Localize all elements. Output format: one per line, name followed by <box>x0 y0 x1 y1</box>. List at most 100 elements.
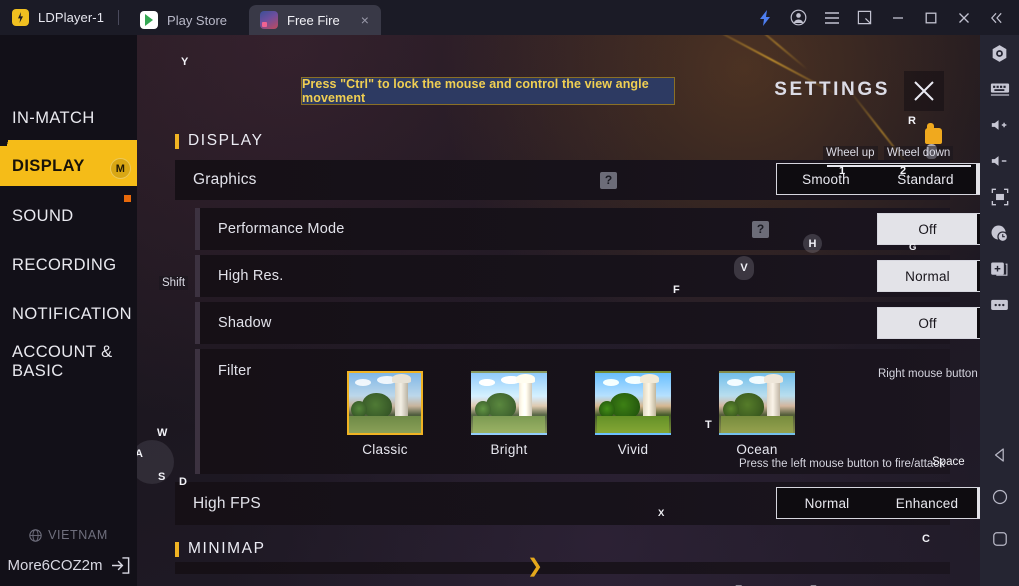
performance-help-icon[interactable]: ? <box>752 220 769 238</box>
row-high-res-label: High Res. <box>218 268 284 284</box>
row-shadow: Shadow Off On <box>195 302 980 344</box>
sidebar-item-account-basic-label: ACCOUNT & BASIC <box>12 343 113 380</box>
boost-icon[interactable] <box>749 0 782 35</box>
user-account-row[interactable]: More6COZ2m <box>0 557 137 574</box>
recents-icon[interactable] <box>980 518 1019 560</box>
filter-label-bright: Bright <box>490 442 528 457</box>
high-fps-segmented-control: Normal Enhanced High <box>776 487 980 519</box>
filter-option-ocean[interactable]: Ocean <box>719 371 795 457</box>
keymap-wheel-down[interactable]: Wheel down <box>884 146 954 160</box>
free-fire-icon <box>260 11 279 29</box>
tab-play-store[interactable]: Play Store <box>129 5 239 35</box>
row-high-fps-label: High FPS <box>193 494 261 512</box>
filter-thumb-bright <box>471 371 547 435</box>
sidebar-item-in-match[interactable]: IN-MATCH <box>0 98 137 138</box>
keymap-line-2 <box>899 165 971 167</box>
section-display: DISPLAY <box>175 132 264 150</box>
close-tab-icon[interactable]: × <box>361 13 369 27</box>
filter-option-classic[interactable]: Classic <box>347 371 423 457</box>
filter-label-vivid: Vivid <box>617 442 649 457</box>
volume-up-icon[interactable] <box>980 107 1019 143</box>
scroll-down-chevron[interactable]: ❯ <box>527 557 543 576</box>
sidebar-item-sound-label: SOUND <box>12 206 74 225</box>
globe-icon <box>29 528 42 542</box>
game-stage: SETTINGS Press "Ctrl" to lock the mouse … <box>137 35 980 586</box>
keymap-key-v[interactable]: V <box>734 256 754 280</box>
filter-option-bright[interactable]: Bright <box>471 371 547 457</box>
page-title: SETTINGS <box>774 79 890 100</box>
menu-icon[interactable] <box>815 0 848 35</box>
back-icon[interactable] <box>980 434 1019 476</box>
sidebar-item-display-label: DISPLAY <box>12 156 85 175</box>
emulator-name: LDPlayer-1 <box>38 10 105 25</box>
sidebar-item-sound[interactable]: SOUND <box>0 196 137 236</box>
window-controls <box>749 0 1019 35</box>
close-settings-icon[interactable] <box>904 71 944 111</box>
more-options-icon[interactable] <box>980 287 1019 323</box>
performance-segmented-control: Off On <box>877 213 980 245</box>
filter-thumb-classic <box>347 371 423 435</box>
settings-gear-icon[interactable] <box>980 35 1019 71</box>
screenshot-icon[interactable] <box>848 0 881 35</box>
title-bar: LDPlayer-1 Play Store Free Fire × <box>0 0 1019 35</box>
row-high-fps: High FPS Normal Enhanced High <box>175 482 980 525</box>
keymap-line-1 <box>827 165 899 167</box>
performance-option-off[interactable]: Off <box>878 214 977 244</box>
sidebar-item-in-match-label: IN-MATCH <box>12 108 95 127</box>
username-label: More6COZ2m <box>7 557 103 574</box>
tab-separator <box>118 10 120 25</box>
high-res-segmented-control: Normal High <box>877 260 980 292</box>
game-sidebar: IN-MATCH DISPLAY M SOUND RECORDING NOTIF… <box>0 35 137 586</box>
keymap-key-shift[interactable]: Shift <box>159 276 189 290</box>
sidebar-item-display[interactable]: DISPLAY M <box>0 140 137 186</box>
keymap-wheel-up[interactable]: Wheel up <box>823 146 878 160</box>
thumbs-up-icon <box>925 123 942 144</box>
row-graphics-label: Graphics <box>193 171 257 188</box>
ctrl-lock-tooltip: Press "Ctrl" to lock the mouse and contr… <box>301 77 675 105</box>
high-fps-option-normal[interactable]: Normal <box>777 488 877 518</box>
account-icon[interactable] <box>782 0 815 35</box>
collapse-icon[interactable] <box>980 0 1013 35</box>
keymap-key-m[interactable]: M <box>110 158 131 179</box>
left-mouse-hint: Press the left mouse button to fire/atta… <box>739 458 945 470</box>
graphics-option-smooth[interactable]: Smooth <box>777 164 875 194</box>
sidebar-item-recording[interactable]: RECORDING <box>0 245 137 285</box>
right-mouse-hint: Right mouse button <box>878 368 978 380</box>
minimap-row <box>175 562 950 574</box>
emulator-brand: LDPlayer-1 <box>0 0 118 35</box>
shadow-option-off[interactable]: Off <box>878 308 977 338</box>
sidebar-item-account-basic[interactable]: ACCOUNT & BASIC <box>0 340 137 392</box>
filter-label-ocean: Ocean <box>736 442 778 457</box>
row-shadow-label: Shadow <box>218 315 272 331</box>
maximize-icon[interactable] <box>914 0 947 35</box>
tab-play-store-label: Play Store <box>167 12 228 28</box>
graphics-segmented-control: Smooth Standard Ultra <box>776 163 980 195</box>
sidebar-item-recording-label: RECORDING <box>12 255 117 274</box>
section-minimap-label: MINIMAP <box>188 540 266 557</box>
row-filter-label: Filter <box>218 363 252 379</box>
keymap-key-h[interactable]: H <box>803 234 822 253</box>
filter-thumb-vivid <box>595 371 671 435</box>
tab-free-fire[interactable]: Free Fire × <box>249 5 381 35</box>
close-icon[interactable] <box>947 0 980 35</box>
keyboard-mapping-icon[interactable] <box>980 71 1019 107</box>
ldplayer-window: LDPlayer-1 Play Store Free Fire × SETTIN… <box>0 0 1019 586</box>
filter-option-vivid[interactable]: Vivid <box>595 371 671 457</box>
sidebar-item-notification[interactable]: NOTIFICATION <box>0 294 137 334</box>
fullscreen-icon[interactable] <box>980 179 1019 215</box>
minimize-icon[interactable] <box>881 0 914 35</box>
tab-free-fire-label: Free Fire <box>287 12 340 28</box>
volume-down-icon[interactable] <box>980 143 1019 179</box>
screen-record-icon[interactable] <box>980 215 1019 251</box>
logout-icon <box>111 557 129 574</box>
high-fps-option-enhanced[interactable]: Enhanced <box>877 488 977 518</box>
home-icon[interactable] <box>980 476 1019 518</box>
row-high-res: High Res. Normal High <box>195 255 980 297</box>
add-instance-icon[interactable] <box>980 251 1019 287</box>
graphics-option-standard[interactable]: Standard <box>875 164 976 194</box>
section-display-label: DISPLAY <box>188 132 264 149</box>
region-label: VIETNAM <box>48 528 108 542</box>
filter-thumb-ocean <box>719 371 795 435</box>
graphics-help-icon[interactable]: ? <box>600 171 617 189</box>
high-res-option-normal[interactable]: Normal <box>878 261 977 291</box>
